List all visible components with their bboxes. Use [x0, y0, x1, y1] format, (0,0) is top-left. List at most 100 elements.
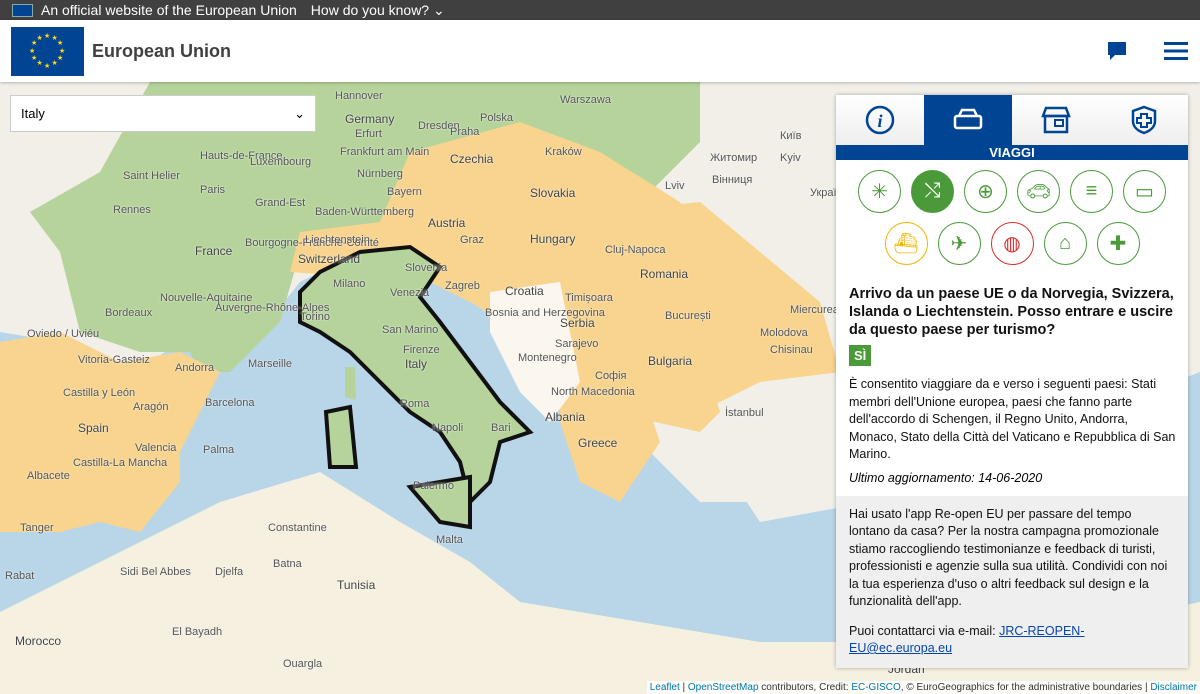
flag-star-icon: ★: [29, 47, 36, 55]
hamburger-menu-icon[interactable]: [1164, 41, 1188, 61]
how-do-you-know-button[interactable]: How do you know? ⌄: [311, 2, 445, 19]
car-icon[interactable]: 🚗︎: [1017, 170, 1060, 213]
chevron-down-icon: ⌄: [294, 105, 305, 121]
map-label: Switzerland: [298, 252, 361, 266]
info-icon: i: [865, 105, 895, 135]
bus-icon[interactable]: ▭: [1123, 170, 1166, 213]
map-label: Kyiv: [780, 152, 801, 164]
map-label: Bulgaria: [648, 354, 693, 368]
map-label: Morocco: [15, 634, 62, 648]
map-label: Вінниця: [712, 174, 753, 186]
plane-icon[interactable]: ✈: [937, 222, 981, 265]
map-label: Croatia: [505, 284, 544, 298]
map-label: Софія: [595, 370, 627, 382]
map-label: Київ: [780, 130, 802, 142]
map-label: Torino: [300, 311, 330, 323]
border-arrows-icon[interactable]: ✳: [858, 170, 901, 213]
map-label: Bordeaux: [105, 307, 153, 319]
train-icon[interactable]: ≡: [1070, 170, 1113, 213]
contact-line: Puoi contattarci via e-mail: JRC-REOPEN-…: [849, 623, 1175, 658]
transit-arrows-icon[interactable]: ⤭: [911, 170, 954, 213]
map-label: Slovakia: [530, 186, 576, 200]
chevron-down-icon: ⌄: [432, 1, 445, 18]
site-header: ★ ★ ★ ★ ★ ★ ★ ★ ★ ★ ★ ★ European Union: [0, 20, 1200, 82]
map-label: Spain: [78, 421, 109, 435]
category-icons: ✳ ⤭ ⊕ 🚗︎ ≡ ▭ ⛴ ✈ ◍ ⌂ ✚: [857, 160, 1167, 265]
country-select-value: Italy: [21, 106, 45, 121]
map-label: Timișoara: [565, 292, 613, 304]
map-label: Albania: [545, 410, 586, 424]
disclaimer-link[interactable]: Disclaimer: [1150, 682, 1197, 693]
map-label: Milano: [333, 278, 366, 290]
map-label: Andorra: [175, 362, 215, 374]
map-label: Germany: [345, 112, 395, 126]
map-attribution: Leaflet | OpenStreetMap contributors, Cr…: [646, 681, 1200, 694]
tab-shops[interactable]: [1012, 95, 1100, 145]
country-select[interactable]: Italy ⌄: [10, 95, 316, 132]
attr-text: contributors, Credit:: [758, 682, 852, 693]
map-label: Rennes: [113, 204, 151, 216]
map-label: Bayern: [387, 186, 422, 198]
tab-info[interactable]: i: [836, 95, 924, 145]
island-corsica: [345, 367, 356, 400]
section-title: VIAGGI: [836, 145, 1188, 160]
flag-star-icon: ★: [31, 55, 38, 62]
home-quarantine-icon[interactable]: ⌂: [1043, 222, 1087, 265]
map-label: Miercurea: [790, 304, 839, 316]
map-label: Cluj-Napoca: [605, 244, 666, 256]
map-label: Slovenia: [405, 262, 448, 274]
map-label: Firenze: [403, 344, 440, 356]
promo-text: Hai usato l'app Re-open EU per passare d…: [849, 506, 1168, 609]
flag-star-icon: ★: [59, 47, 66, 55]
flag-star-icon: ★: [51, 60, 58, 68]
map-label: Baden-Württemberg: [315, 206, 415, 218]
flag-star-icon: ★: [44, 32, 51, 40]
info-panel: i VIAGGI ✳ ⤭ ⊕ 🚗︎ ≡ ▭ ⛴ ✈ ◍ ⌂ ✚ Arrivo da un paese…: [836, 95, 1188, 668]
map-label: İstanbul: [725, 407, 764, 419]
map-label: Constantine: [268, 522, 327, 534]
map-label: Venezia: [390, 287, 430, 299]
map-label: France: [195, 244, 233, 258]
panel-tabs: i: [836, 95, 1188, 145]
eu-logo[interactable]: ★ ★ ★ ★ ★ ★ ★ ★ ★ ★ ★ ★: [11, 26, 84, 76]
map-label: Nürnberg: [357, 168, 403, 180]
map-label: Napoli: [432, 422, 464, 434]
last-updated: Ultimo aggiornamento: 14-06-2020: [849, 470, 1043, 485]
map-label: Batna: [273, 558, 302, 570]
map-label: Sidi Bel Abbes: [120, 566, 191, 578]
map-label: Czechia: [450, 152, 494, 166]
car-icon: [953, 108, 983, 130]
map-label: Rabat: [5, 570, 35, 582]
ship-icon[interactable]: ⛴: [884, 222, 928, 265]
map-label: Tanger: [20, 522, 54, 534]
map-label: Luxembourg: [250, 156, 312, 168]
tab-travel[interactable]: [924, 95, 1012, 145]
map-label: Saint Helier: [123, 170, 180, 182]
globe-plane-icon[interactable]: ◍: [990, 222, 1034, 265]
map-label: Italy: [405, 357, 428, 371]
how-label: How do you know?: [310, 1, 430, 18]
map-label: Montenegro: [518, 352, 577, 364]
map-label: Palermo: [413, 480, 454, 492]
health-document-icon[interactable]: ✚: [1096, 222, 1140, 265]
map-label: Barcelona: [205, 397, 255, 409]
map-label: Oviedo / Uviéu: [27, 328, 100, 340]
chat-bubble-icon[interactable]: [1106, 40, 1128, 62]
transit-icon[interactable]: ⊕: [964, 170, 1007, 213]
map-label: San Marino: [382, 324, 439, 336]
eu-flag-icon: [12, 3, 33, 17]
flag-star-icon: ★: [36, 34, 43, 42]
feedback-promo: Hai usato l'app Re-open EU per passare d…: [836, 495, 1188, 668]
leaflet-link[interactable]: Leaflet: [650, 682, 680, 693]
map-label: Tunisia: [337, 578, 376, 592]
map-label: Kraków: [545, 146, 582, 158]
map-label: Erfurt: [355, 128, 382, 140]
gisco-link[interactable]: EC-GISCO: [851, 682, 900, 693]
osm-link[interactable]: OpenStreetMap: [688, 682, 759, 693]
map-label: Chisinau: [770, 344, 813, 356]
tab-health[interactable]: [1100, 95, 1188, 145]
island-sardinia: [323, 404, 359, 469]
map-label: North Macedonia: [551, 386, 635, 398]
map-label: Hannover: [335, 90, 383, 102]
map-label: Ouargla: [283, 658, 323, 670]
